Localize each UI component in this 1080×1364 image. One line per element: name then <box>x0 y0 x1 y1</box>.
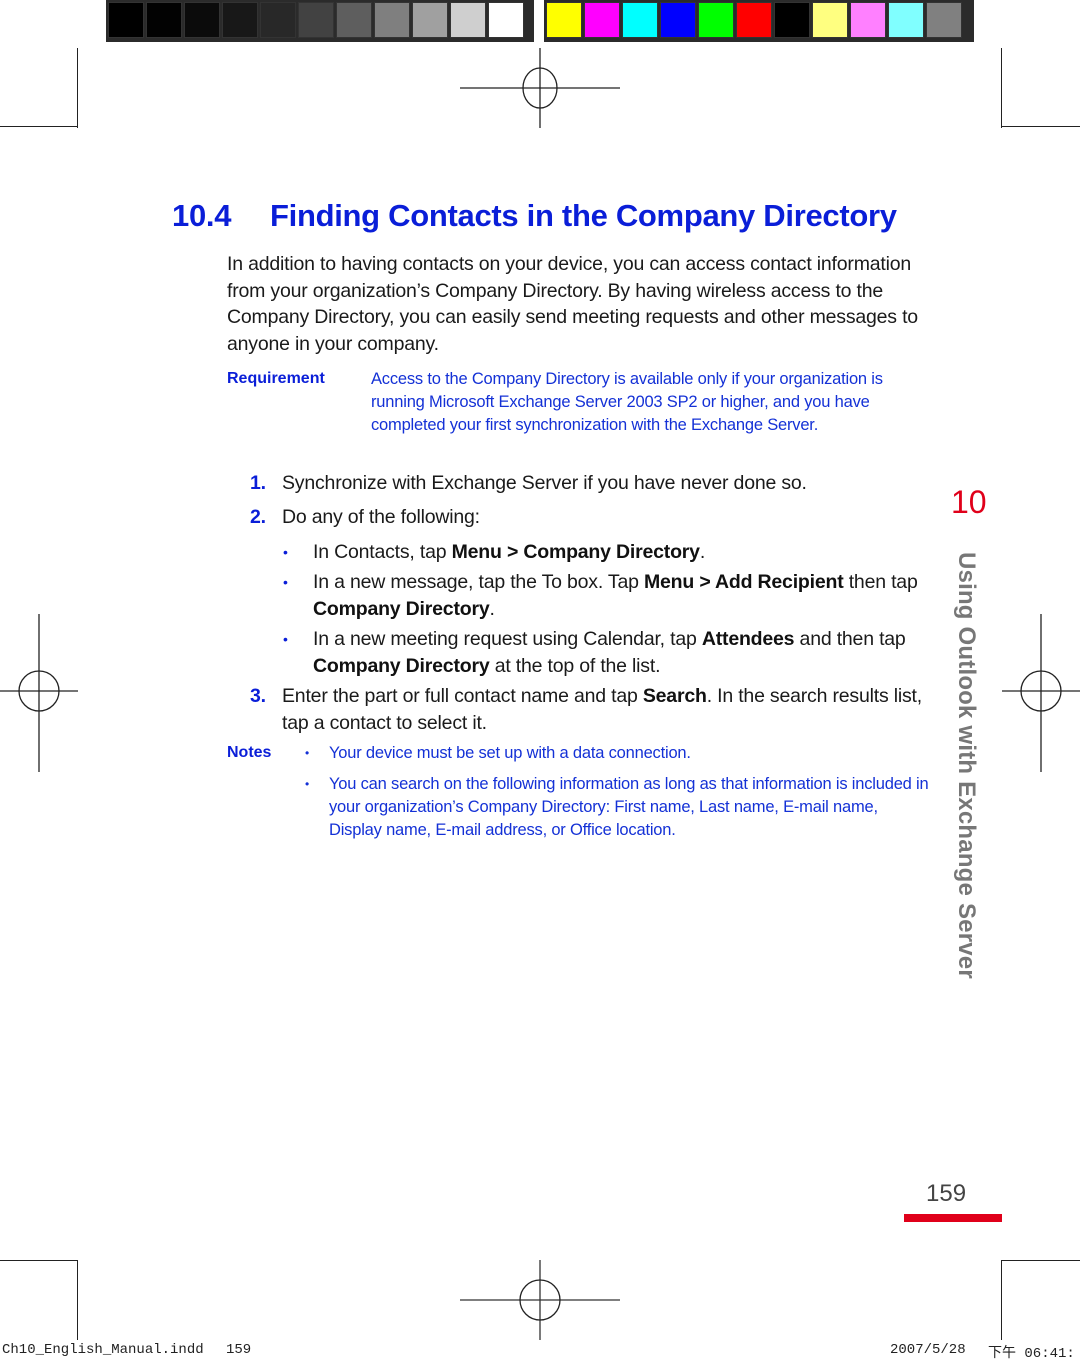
color-swatch <box>450 2 486 38</box>
bullet-bold-text: Company Directory <box>313 597 490 620</box>
color-swatch <box>146 2 182 38</box>
requirement-label: Requirement <box>227 370 325 387</box>
bullet-bold-text: Company Directory <box>313 654 490 677</box>
color-swatch <box>584 2 620 38</box>
bullet-text: . <box>489 597 495 620</box>
color-swatch <box>336 2 372 38</box>
bullet-item: • In a new message, tap the To box. Tap … <box>283 569 928 622</box>
color-swatch <box>546 2 582 38</box>
page-number-bar <box>904 1214 1002 1222</box>
bullet-bold-text: Attendees <box>701 628 795 650</box>
bullet-text: then tap <box>843 571 918 593</box>
note-text: You can search on the following informat… <box>329 775 929 839</box>
registration-mark-bottom <box>460 1260 620 1340</box>
grayscale-color-bar <box>106 0 534 42</box>
bullet-icon: • <box>283 574 288 590</box>
bullet-item: • In Contacts, tap Menu > Company Direct… <box>283 539 928 566</box>
section-number: 10.4 <box>172 198 232 233</box>
notes-label: Notes <box>227 744 272 761</box>
crop-mark-top-left-v <box>77 48 78 128</box>
crop-mark-bottom-right-v <box>1001 1260 1002 1340</box>
chapter-side-title: Using Outlook with Exchange Server <box>953 552 980 979</box>
bullet-text: at the top of the list. <box>489 654 661 677</box>
bullet-bold-text: Menu > Add Recipient <box>643 571 844 593</box>
step-text: Do any of the following: <box>282 506 480 528</box>
crop-mark-top-right-h <box>1001 126 1080 127</box>
color-swatch <box>108 2 144 38</box>
section-heading: 10.4 Finding Contacts in the Company Dire… <box>172 198 897 234</box>
color-swatch <box>926 2 962 38</box>
bullet-icon: • <box>305 746 310 760</box>
color-swatch <box>812 2 848 38</box>
registration-mark-top <box>460 48 620 128</box>
step-2: 2. Do any of the following: <box>250 504 930 531</box>
color-swatch <box>184 2 220 38</box>
color-swatch <box>374 2 410 38</box>
note-item: • You can search on the following inform… <box>305 773 930 842</box>
bullet-item: • In a new meeting request using Calenda… <box>283 626 928 679</box>
crop-mark-bottom-right-h <box>1001 1260 1080 1261</box>
color-swatch <box>888 2 924 38</box>
slug-time: 下午 06:41: <box>988 1346 1075 1362</box>
bullet-text: . <box>699 541 706 563</box>
color-swatch <box>736 2 772 38</box>
step-1: 1. Synchronize with Exchange Server if y… <box>250 470 930 497</box>
crop-mark-bottom-left-h <box>0 1260 78 1261</box>
slug-page: 159 <box>226 1342 252 1358</box>
step-3: 3. Enter the part or full contact name a… <box>250 683 930 736</box>
bullet-text: and then tap <box>794 628 906 650</box>
bullet-icon: • <box>283 544 288 560</box>
chapter-number: 10 <box>951 484 987 520</box>
color-swatch <box>222 2 258 38</box>
color-swatch <box>260 2 296 38</box>
color-swatch <box>622 2 658 38</box>
step-text: Enter the part or full contact name and … <box>282 685 643 707</box>
bullet-icon: • <box>283 631 288 647</box>
color-swatch <box>660 2 696 38</box>
step-number: 3. <box>250 685 266 707</box>
crop-mark-top-left-h <box>0 126 78 127</box>
registration-mark-left <box>0 614 80 774</box>
bullet-bold-text: Menu > Company Directory <box>451 541 700 563</box>
step-number: 1. <box>250 472 266 494</box>
slug-date: 2007/5/28 <box>890 1342 966 1358</box>
registration-mark-right <box>1000 614 1080 774</box>
requirement-text: Access to the Company Directory is avail… <box>371 370 883 434</box>
color-swatch <box>298 2 334 38</box>
crop-mark-bottom-left-v <box>77 1260 78 1340</box>
note-item: • Your device must be set up with a data… <box>305 742 930 765</box>
section-title: Finding Contacts in the Company Director… <box>270 198 897 233</box>
slug-filename: Ch10_English_Manual.indd <box>2 1342 204 1358</box>
process-color-bar <box>544 0 974 42</box>
page-number: 159 <box>926 1180 967 1207</box>
bullet-text: In Contacts, tap <box>313 541 452 563</box>
step-bold-text: Search <box>642 685 707 707</box>
bullet-text: In a new meeting request using Calendar,… <box>313 628 702 650</box>
color-swatch <box>488 2 524 38</box>
step-text: Synchronize with Exchange Server if you … <box>282 472 807 494</box>
color-swatch <box>850 2 886 38</box>
crop-mark-top-right-v <box>1001 48 1002 128</box>
bullet-icon: • <box>305 777 310 791</box>
color-swatch <box>698 2 734 38</box>
step-number: 2. <box>250 506 266 528</box>
color-swatch <box>774 2 810 38</box>
note-text: Your device must be set up with a data c… <box>329 744 691 762</box>
intro-paragraph: In addition to having contacts on your d… <box>227 253 918 355</box>
bullet-text: In a new message, tap the To box. Tap <box>313 571 644 593</box>
color-swatch <box>412 2 448 38</box>
